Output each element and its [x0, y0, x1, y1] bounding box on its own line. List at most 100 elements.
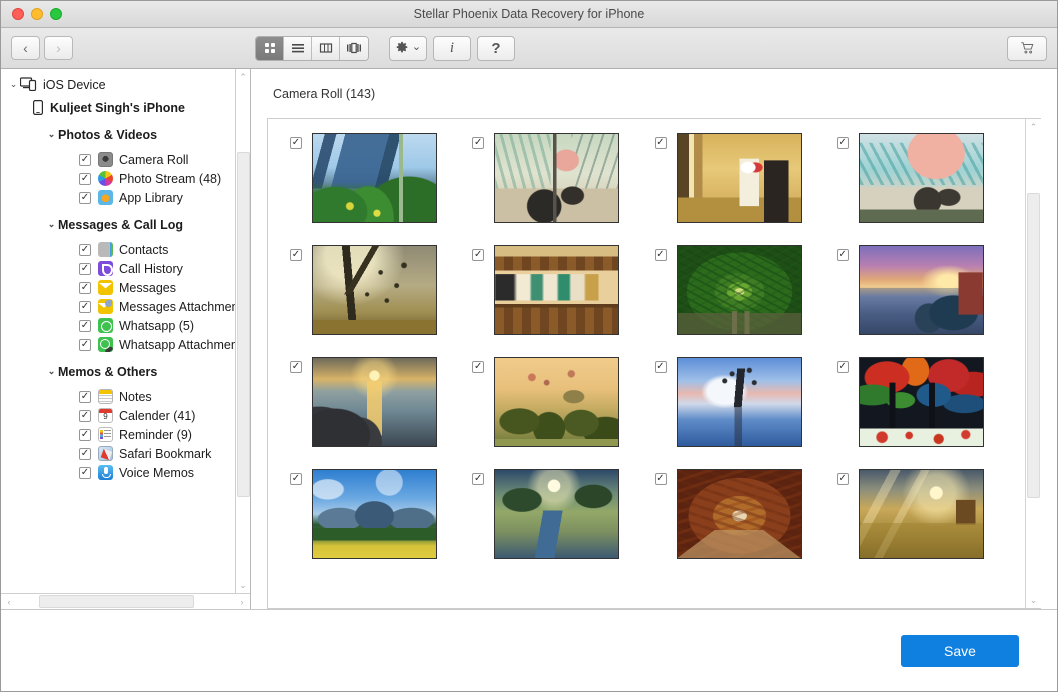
- minimize-button[interactable]: [31, 8, 43, 20]
- sidebar-item-calender[interactable]: ✓ Calender (41): [1, 406, 235, 425]
- sidebar-item-messages[interactable]: ✓ Messages: [1, 278, 235, 297]
- thumbnail-image[interactable]: [494, 469, 620, 559]
- sidebar-item-whatsapp-attachments[interactable]: ✓ Whatsapp Attachments: [1, 335, 235, 354]
- checkbox-safari-bookmark[interactable]: ✓: [79, 447, 91, 460]
- scroll-down-arrow-icon[interactable]: ⌄: [1030, 592, 1038, 608]
- sidebar-item-camera-roll[interactable]: ✓ Camera Roll: [1, 150, 235, 169]
- thumbnail-cell[interactable]: ✓: [290, 469, 472, 559]
- back-button[interactable]: ‹: [11, 36, 40, 60]
- sidebar-item-voice-memos[interactable]: ✓ Voice Memos: [1, 463, 235, 482]
- thumbnail-image[interactable]: [858, 133, 984, 223]
- thumbnail-checkbox[interactable]: ✓: [654, 137, 667, 149]
- thumbnail-cell[interactable]: ✓: [472, 245, 654, 335]
- list-view-button[interactable]: [284, 36, 312, 60]
- checkbox-reminder[interactable]: ✓: [79, 428, 91, 441]
- checkbox-photo-stream[interactable]: ✓: [79, 172, 91, 185]
- sidebar-scroll-track[interactable]: [236, 85, 251, 577]
- checkbox-app-library[interactable]: ✓: [79, 191, 91, 204]
- sidebar-item-reminder[interactable]: ✓ Reminder (9): [1, 425, 235, 444]
- thumbnail-image[interactable]: [676, 357, 802, 447]
- thumbnail-cell[interactable]: ✓: [654, 357, 837, 447]
- checkbox-whatsapp-attachments[interactable]: ✓: [79, 338, 91, 351]
- tree-group-photos-videos[interactable]: ⌄ Photos & Videos: [1, 125, 235, 144]
- scroll-right-arrow-icon[interactable]: ›: [234, 597, 250, 607]
- forward-button[interactable]: ›: [44, 36, 73, 60]
- tree-device-iphone[interactable]: Kuljeet Singh's iPhone: [1, 98, 235, 117]
- buy-now-cart-button[interactable]: [1007, 35, 1047, 61]
- content-scroll-thumb[interactable]: [1027, 193, 1040, 498]
- save-button[interactable]: Save: [901, 634, 1019, 667]
- thumbnail-image[interactable]: [858, 245, 984, 335]
- settings-button[interactable]: ⌄: [389, 35, 427, 61]
- thumbnail-image[interactable]: [676, 245, 802, 335]
- disclosure-triangle-messages-call-log[interactable]: ⌄: [45, 220, 58, 229]
- thumbnail-checkbox[interactable]: ✓: [836, 249, 849, 261]
- thumbnail-cell[interactable]: ✓: [472, 133, 654, 223]
- thumbnail-checkbox[interactable]: ✓: [836, 361, 849, 373]
- sidebar-item-notes[interactable]: ✓ Notes: [1, 387, 235, 406]
- thumbnail-checkbox[interactable]: ✓: [472, 473, 485, 485]
- scroll-left-arrow-icon[interactable]: ‹: [1, 597, 17, 607]
- content-scroll-track[interactable]: [1026, 135, 1041, 592]
- thumbnail-cell[interactable]: ✓: [472, 357, 654, 447]
- maximize-button[interactable]: [50, 8, 62, 20]
- thumbnail-scrollport[interactable]: ✓ ✓ ✓ ✓ ✓ ✓ ✓ ✓ ✓ ✓ ✓ ✓ ✓ ✓ ✓ ✓: [268, 119, 1025, 608]
- thumbnail-cell[interactable]: ✓: [836, 469, 1019, 559]
- thumbnail-checkbox[interactable]: ✓: [836, 137, 849, 149]
- thumbnail-cell[interactable]: ✓: [654, 469, 837, 559]
- sidebar-item-contacts[interactable]: ✓ Contacts: [1, 240, 235, 259]
- tree-group-messages-call-log[interactable]: ⌄ Messages & Call Log: [1, 215, 235, 234]
- thumbnail-checkbox[interactable]: ✓: [290, 361, 302, 373]
- info-button[interactable]: i: [433, 35, 471, 61]
- checkbox-call-history[interactable]: ✓: [79, 262, 91, 275]
- thumbnail-checkbox[interactable]: ✓: [654, 473, 667, 485]
- disclosure-triangle-root[interactable]: ⌄: [7, 80, 20, 89]
- sidebar-item-call-history[interactable]: ✓ Call History: [1, 259, 235, 278]
- checkbox-calender[interactable]: ✓: [79, 409, 91, 422]
- thumbnail-checkbox[interactable]: ✓: [654, 361, 667, 373]
- checkbox-messages-attachments[interactable]: ✓: [79, 300, 91, 313]
- scroll-up-arrow-icon[interactable]: ⌃: [239, 69, 247, 85]
- gallery-view-button[interactable]: [340, 36, 368, 60]
- thumbnail-image[interactable]: [312, 245, 437, 335]
- thumbnail-cell[interactable]: ✓: [654, 133, 837, 223]
- sidebar-item-whatsapp[interactable]: ✓ Whatsapp (5): [1, 316, 235, 335]
- thumbnail-image[interactable]: [312, 357, 437, 447]
- thumbnail-cell[interactable]: ✓: [836, 245, 1019, 335]
- checkbox-messages[interactable]: ✓: [79, 281, 91, 294]
- help-button[interactable]: ?: [477, 35, 515, 61]
- thumbnail-cell[interactable]: ✓: [290, 245, 472, 335]
- thumbnail-cell[interactable]: ✓: [472, 469, 654, 559]
- close-button[interactable]: [12, 8, 24, 20]
- thumbnail-image[interactable]: [858, 357, 984, 447]
- checkbox-whatsapp[interactable]: ✓: [79, 319, 91, 332]
- thumbnail-image[interactable]: [858, 469, 984, 559]
- thumbnail-image[interactable]: [494, 245, 620, 335]
- column-view-button[interactable]: [312, 36, 340, 60]
- sidebar-hscroll-thumb[interactable]: [39, 595, 194, 608]
- checkbox-contacts[interactable]: ✓: [79, 243, 91, 256]
- thumbnail-image[interactable]: [494, 357, 620, 447]
- sidebar-hscroll-track[interactable]: [17, 594, 234, 609]
- checkbox-notes[interactable]: ✓: [79, 390, 91, 403]
- thumbnail-checkbox[interactable]: ✓: [290, 473, 302, 485]
- thumbnail-cell[interactable]: ✓: [290, 133, 472, 223]
- thumbnail-checkbox[interactable]: ✓: [290, 249, 302, 261]
- thumbnail-checkbox[interactable]: ✓: [472, 361, 485, 373]
- sidebar-item-safari-bookmark[interactable]: ✓ Safari Bookmark: [1, 444, 235, 463]
- thumbnail-checkbox[interactable]: ✓: [472, 137, 485, 149]
- thumbnail-cell[interactable]: ✓: [290, 357, 472, 447]
- sidebar-item-photo-stream[interactable]: ✓ Photo Stream (48): [1, 169, 235, 188]
- sidebar-horizontal-scrollbar[interactable]: ‹ ›: [1, 593, 250, 609]
- scroll-up-arrow-icon[interactable]: ⌃: [1030, 119, 1038, 135]
- disclosure-triangle-photos-videos[interactable]: ⌄: [45, 130, 58, 139]
- tree-group-memos-others[interactable]: ⌄ Memos & Others: [1, 362, 235, 381]
- thumbnail-cell[interactable]: ✓: [836, 133, 1019, 223]
- sidebar-item-app-library[interactable]: ✓ App Library: [1, 188, 235, 207]
- sidebar-scroll-thumb[interactable]: [236, 152, 250, 497]
- thumbnail-checkbox[interactable]: ✓: [654, 249, 667, 261]
- checkbox-camera-roll[interactable]: ✓: [79, 153, 91, 166]
- thumbnail-image[interactable]: [312, 469, 437, 559]
- disclosure-triangle-memos-others[interactable]: ⌄: [45, 367, 58, 376]
- thumbnail-image[interactable]: [676, 133, 802, 223]
